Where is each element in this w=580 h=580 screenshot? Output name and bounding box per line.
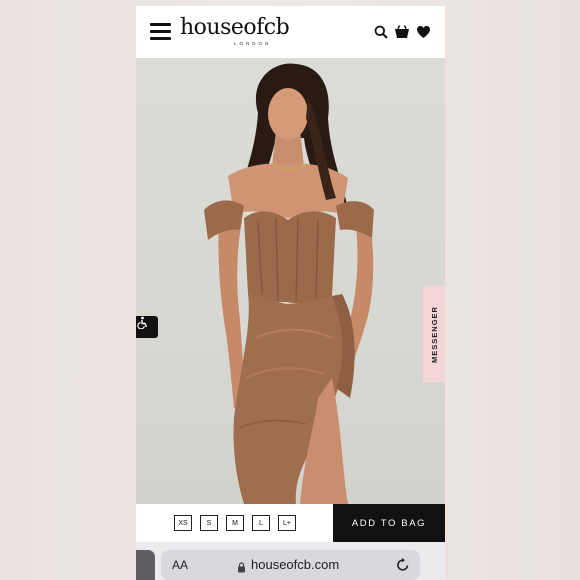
size-option-l[interactable]: L [252, 515, 270, 531]
browser-toolbar: AA houseofcb.com [136, 542, 445, 580]
bag-icon[interactable] [394, 24, 410, 39]
reload-icon[interactable] [396, 557, 410, 577]
logo-subtext: LONDON [234, 41, 272, 46]
wheelchair-icon [137, 316, 148, 329]
menu-icon[interactable] [150, 23, 171, 40]
site-header: houseofcb LONDON [136, 6, 445, 58]
messenger-label: MESSENGER [429, 305, 439, 363]
heart-icon[interactable] [416, 25, 431, 39]
text-size-button[interactable]: AA [172, 558, 188, 572]
url-text: houseofcb.com [251, 557, 340, 572]
header-actions [374, 24, 431, 39]
size-option-xs[interactable]: XS [174, 515, 192, 531]
accessibility-button[interactable] [136, 316, 158, 338]
phone-screen: houseofcb LONDON MESSENGER XS S M L L+ A… [136, 6, 445, 580]
brand-logo[interactable]: houseofcb LONDON [180, 16, 300, 50]
logo-text: houseofcb [180, 15, 290, 40]
size-option-m[interactable]: M [226, 515, 244, 531]
add-to-bag-button[interactable]: ADD TO BAG [333, 504, 445, 542]
size-option-s[interactable]: S [200, 515, 218, 531]
address-bar[interactable]: AA houseofcb.com [161, 550, 420, 580]
size-option-l-plus[interactable]: L+ [278, 515, 296, 531]
size-selector-bar: XS S M L L+ ADD TO BAG [136, 504, 445, 542]
lock-icon [237, 560, 246, 578]
product-image[interactable]: MESSENGER [136, 58, 445, 504]
messenger-tab[interactable]: MESSENGER [423, 286, 445, 382]
search-icon[interactable] [374, 25, 388, 39]
tab-switcher[interactable] [136, 550, 155, 580]
size-options: XS S M L L+ [174, 515, 296, 531]
model-illustration [204, 63, 374, 504]
